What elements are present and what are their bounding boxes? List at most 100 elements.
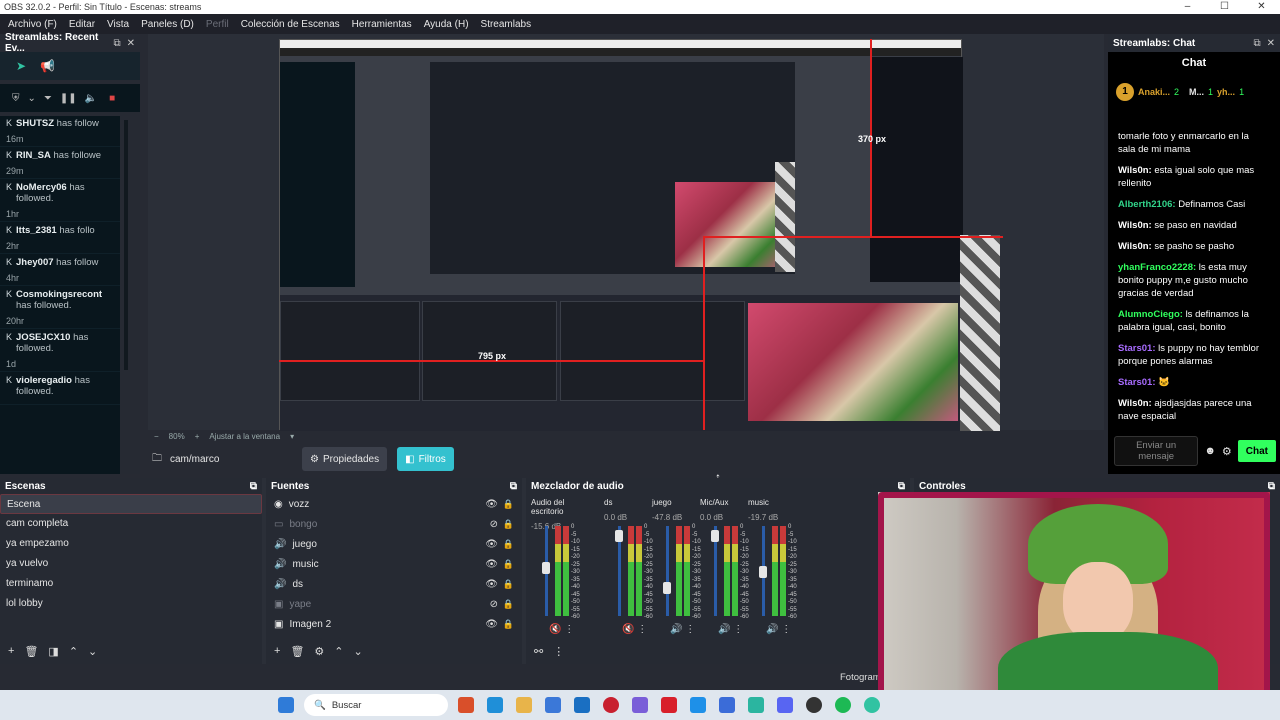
fader-knob[interactable]: [759, 566, 767, 578]
fader-knob[interactable]: [711, 530, 719, 542]
source-item[interactable]: 🔊 juego 👁 🔒: [266, 534, 522, 554]
streamlabs-icon[interactable]: [864, 697, 880, 713]
eye-icon[interactable]: 👁: [485, 559, 498, 570]
chevron-up-icon[interactable]: ⌃: [334, 645, 343, 658]
menu-editar[interactable]: Editar: [63, 19, 101, 30]
close-icon[interactable]: ✕: [1267, 38, 1275, 49]
speaker-icon[interactable]: 🔊: [766, 624, 778, 635]
menu-paneles[interactable]: Paneles (D): [135, 19, 200, 30]
chevron-down-icon[interactable]: ⌄: [28, 93, 36, 104]
filter-icon[interactable]: ⏷: [44, 93, 52, 104]
more-icon[interactable]: ⋮: [730, 624, 743, 635]
eye-icon[interactable]: 👁: [485, 619, 498, 630]
speaker-icon[interactable]: 🔊: [718, 624, 730, 635]
windows-start-icon[interactable]: [278, 697, 294, 713]
menu-archivo[interactable]: Archivo (F): [2, 19, 63, 30]
list-item[interactable]: K Itts_2381 has follo 2hr: [0, 223, 120, 254]
float-icon[interactable]: ⧉: [1253, 38, 1260, 49]
float-icon[interactable]: ⧉: [250, 481, 257, 492]
menu-perfil[interactable]: Perfil: [200, 19, 235, 30]
eye-icon[interactable]: 👁: [485, 539, 498, 550]
list-item[interactable]: Kvioleregadio has followed.: [0, 373, 120, 405]
eye-icon[interactable]: 👁: [485, 579, 498, 590]
trash-icon[interactable]: 🗑: [24, 645, 38, 658]
link-icon[interactable]: ⚯: [534, 645, 543, 658]
chat-send-button[interactable]: Chat: [1237, 440, 1276, 462]
more-icon[interactable]: ⋮: [682, 624, 695, 635]
lock-icon[interactable]: 🔒: [503, 599, 514, 610]
copilot-icon[interactable]: [458, 697, 474, 713]
menu-streamlabs[interactable]: Streamlabs: [475, 19, 538, 30]
folder-icon[interactable]: [516, 697, 532, 713]
more-icon[interactable]: ⋮: [561, 624, 574, 635]
skip-icon[interactable]: ■: [109, 93, 115, 104]
eye-icon[interactable]: 👁: [485, 499, 498, 510]
taskbar-search[interactable]: 🔍 Buscar: [304, 694, 448, 716]
fader-knob[interactable]: [542, 562, 550, 574]
menu-ayuda[interactable]: Ayuda (H): [418, 19, 475, 30]
list-item[interactable]: K JOSEJCX10 has followed. 1d: [0, 330, 120, 372]
minimize-button[interactable]: –: [1169, 0, 1206, 14]
lock-icon[interactable]: 🔒: [503, 539, 514, 550]
chevron-down-icon[interactable]: ⌄: [354, 645, 363, 658]
muted-icon[interactable]: 🔇: [549, 624, 561, 635]
chevron-down-icon[interactable]: ⌄: [88, 645, 97, 658]
send-icon[interactable]: ➤: [16, 59, 26, 73]
fader-knob[interactable]: [663, 582, 671, 594]
source-item[interactable]: ◉ vozz 👁 🔒: [266, 494, 522, 514]
more-icon[interactable]: ⋮: [634, 624, 647, 635]
source-item[interactable]: ▣ yape ⊘ 🔒: [266, 594, 522, 614]
zoom-in-icon[interactable]: +: [195, 432, 200, 441]
lock-icon[interactable]: 🔒: [503, 579, 514, 590]
eye-off-icon[interactable]: ⊘: [490, 599, 498, 610]
list-item[interactable]: K RIN_SA has followe 29m: [0, 148, 120, 179]
pause-icon[interactable]: ❚❚: [60, 93, 77, 104]
maximize-button[interactable]: ☐: [1206, 0, 1243, 14]
add-icon[interactable]: +: [8, 645, 14, 658]
more-icon[interactable]: ⋮: [778, 624, 791, 635]
scene-item[interactable]: lol lobby: [0, 594, 262, 614]
scene-item[interactable]: Escena: [0, 494, 262, 514]
list-item[interactable]: K NoMercy06 has followed. 1hr: [0, 180, 120, 222]
shield-icon[interactable]: ⛨: [12, 93, 20, 104]
app-icon[interactable]: [719, 697, 735, 713]
scene-item[interactable]: cam completa: [0, 514, 262, 534]
eye-off-icon[interactable]: ⊘: [490, 519, 498, 530]
store-icon[interactable]: [545, 697, 561, 713]
close-icon[interactable]: ✕: [127, 38, 135, 49]
properties-button[interactable]: ⚙ Propiedades: [302, 447, 388, 471]
gear-icon[interactable]: ⚙: [1222, 445, 1232, 458]
add-icon[interactable]: +: [274, 645, 280, 658]
scene-item[interactable]: terminamo: [0, 574, 262, 594]
volume-fader[interactable]: [666, 526, 669, 616]
float-icon[interactable]: ⧉: [898, 481, 905, 492]
zoom-out-icon[interactable]: −: [154, 432, 159, 441]
chevron-down-icon[interactable]: ▾: [290, 432, 294, 441]
filter-icon[interactable]: ◨: [48, 645, 58, 658]
speaker-icon[interactable]: 🔊: [670, 624, 682, 635]
chat-message-input[interactable]: Enviar un mensaje: [1114, 436, 1199, 466]
source-item[interactable]: 🔊 ds 👁 🔒: [266, 574, 522, 594]
source-item[interactable]: ▣ Imagen 2 👁 🔒: [266, 614, 522, 634]
menu-herramientas[interactable]: Herramientas: [346, 19, 418, 30]
app-icon[interactable]: [632, 697, 648, 713]
lock-icon[interactable]: 🔒: [503, 519, 514, 530]
trash-icon[interactable]: 🗑: [290, 645, 304, 658]
emoji-icon[interactable]: ☻: [1204, 445, 1216, 457]
lock-icon[interactable]: 🔒: [503, 559, 514, 570]
volume-icon[interactable]: 🔈: [85, 93, 97, 104]
fader-knob[interactable]: [615, 530, 623, 542]
muted-icon[interactable]: 🔇: [622, 624, 634, 635]
list-item[interactable]: K Cosmokingsrecont has followed. 20hr: [0, 287, 120, 329]
fit-window[interactable]: Ajustar a la ventana: [209, 432, 280, 441]
list-item[interactable]: K SHUTSZ has follow 16m: [0, 116, 120, 147]
close-button[interactable]: ✕: [1243, 0, 1280, 14]
list-item[interactable]: K Jhey007 has follow 4hr: [0, 255, 120, 286]
filters-button[interactable]: ◧ Filtros: [397, 447, 454, 471]
menu-coleccion-escenas[interactable]: Colección de Escenas: [235, 19, 346, 30]
obs-icon[interactable]: [806, 697, 822, 713]
chevron-up-icon[interactable]: ⌃: [69, 645, 78, 658]
lock-icon[interactable]: 🔒: [503, 619, 514, 630]
more-icon[interactable]: ⋮: [553, 645, 564, 658]
discord-icon[interactable]: [777, 697, 793, 713]
